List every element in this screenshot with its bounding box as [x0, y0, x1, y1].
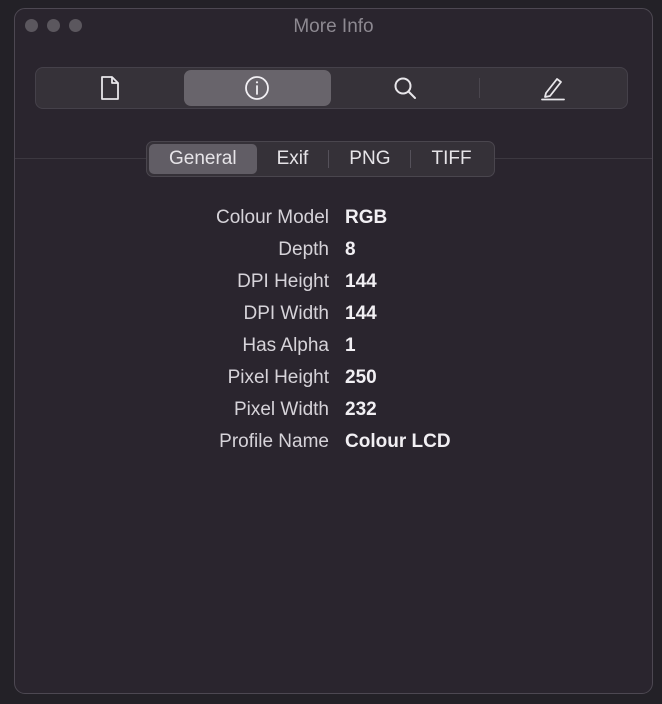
properties-list: Colour Model RGB Depth 8 DPI Height 144 … [15, 202, 652, 458]
tab-png[interactable]: PNG [329, 144, 410, 174]
pencil-icon [539, 75, 567, 101]
close-button[interactable] [25, 19, 38, 32]
tab-tiff[interactable]: TIFF [411, 144, 491, 174]
property-value: 250 [345, 367, 377, 388]
tool-file-info[interactable] [36, 68, 184, 108]
property-row: Profile Name Colour LCD [15, 426, 652, 458]
tool-annotate[interactable] [480, 68, 628, 108]
tool-search[interactable] [331, 68, 479, 108]
tab-general[interactable]: General [149, 144, 257, 174]
property-value: RGB [345, 207, 388, 228]
property-value: 144 [345, 271, 377, 292]
property-label: DPI Width [243, 303, 329, 324]
titlebar[interactable]: More Info [15, 9, 652, 45]
tab-exif[interactable]: Exif [257, 144, 329, 174]
property-value: 144 [345, 303, 377, 324]
inspector-toolbar [35, 67, 628, 109]
property-row: Pixel Width 232 [15, 394, 652, 426]
property-value: Colour LCD [345, 431, 451, 452]
search-icon [392, 75, 418, 101]
property-label: Depth [278, 239, 329, 260]
tool-more-info[interactable] [183, 70, 331, 106]
minimize-button[interactable] [47, 19, 60, 32]
property-row: DPI Width 144 [15, 298, 652, 330]
property-label: Profile Name [219, 431, 329, 452]
more-info-window: More Info General Exif PNG TIFF Colour M… [14, 8, 653, 694]
property-row: Depth 8 [15, 234, 652, 266]
property-label: Has Alpha [242, 335, 329, 356]
window-controls [25, 19, 82, 32]
property-value: 8 [345, 239, 356, 260]
property-label: Pixel Width [233, 399, 329, 420]
property-label: Colour Model [216, 207, 329, 228]
property-label: Pixel Height [227, 367, 329, 388]
zoom-button[interactable] [69, 19, 82, 32]
info-icon [244, 75, 270, 101]
window-title: More Info [293, 16, 374, 37]
property-row: DPI Height 144 [15, 266, 652, 298]
document-icon [99, 75, 121, 101]
property-row: Has Alpha 1 [15, 330, 652, 362]
metadata-tabs: General Exif PNG TIFF [146, 141, 495, 177]
property-row: Colour Model RGB [15, 202, 652, 234]
property-row: Pixel Height 250 [15, 362, 652, 394]
property-value: 232 [345, 399, 377, 420]
property-label: DPI Height [237, 271, 329, 292]
property-value: 1 [345, 335, 356, 356]
